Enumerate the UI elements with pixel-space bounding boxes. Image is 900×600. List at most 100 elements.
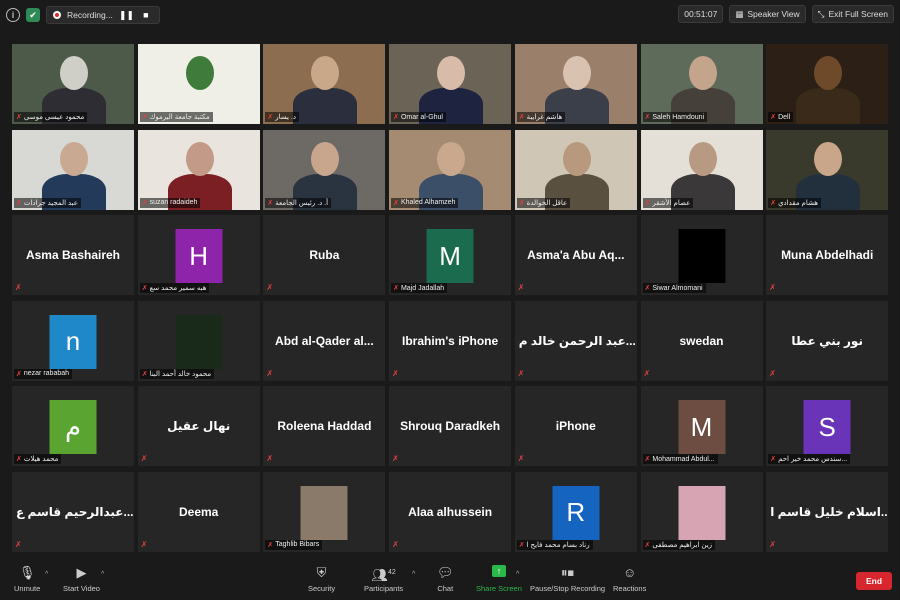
participant-tile[interactable]: ✗ د. يسار: [263, 44, 386, 124]
participant-tile[interactable]: ✗ عاقل الخوالدة: [514, 129, 637, 210]
muted-mic-icon: ✗: [644, 285, 651, 292]
avatar-initial: م: [49, 400, 97, 454]
participant-tile[interactable]: Roleena Haddad ✗: [263, 386, 386, 466]
info-icon[interactable]: i: [6, 8, 20, 22]
participant-tile[interactable]: ✗ عبد المجيد جرادات: [12, 129, 134, 210]
participants-button[interactable]: 👥︎42 Participants: [364, 565, 403, 593]
participant-tile[interactable]: Asma Bashaireh ✗: [12, 215, 134, 295]
participant-tile[interactable]: نور بني عطا ✗: [766, 300, 889, 381]
participant-tile[interactable]: Muna Abdelhadi ✗: [766, 215, 889, 295]
muted-mic-icon: ✗: [393, 114, 399, 121]
share-screen-button[interactable]: ↑ Share Screen: [476, 565, 522, 593]
muted-mic-icon: ✗: [392, 368, 399, 378]
participant-tile[interactable]: M ✗ Mohammad Abdul...: [640, 386, 763, 466]
muted-mic-icon: ✗: [140, 454, 148, 463]
participant-face: [688, 141, 717, 176]
speaker-view-button[interactable]: ▦ Speaker View: [729, 5, 806, 23]
participant-tile[interactable]: نهال عقيل ✗: [137, 386, 260, 466]
participant-tile[interactable]: ✗ أ. د. رئيس الجامعة: [263, 129, 386, 210]
stop-recording-icon[interactable]: ■: [139, 10, 153, 20]
recording-label: Recording...: [67, 10, 113, 20]
muted-mic-icon: 🎙︎: [18, 565, 36, 580]
participant-tile[interactable]: Deema ✗: [137, 471, 260, 552]
participant-tile[interactable]: n ✗ nezar rababah: [12, 300, 134, 381]
participant-tile[interactable]: ✗ مكتبة جامعة اليرموك: [137, 44, 260, 124]
participant-face: [185, 56, 214, 90]
participant-tile[interactable]: ✗ Siwar Almomani: [640, 215, 763, 295]
participant-name: مكتبة جامعة اليرموك: [149, 114, 210, 121]
participant-tile[interactable]: ✗ زين ابراهيم مصطفى: [640, 471, 763, 552]
participant-tile[interactable]: Asma'a Abu Aq... ✗: [514, 215, 637, 295]
muted-mic-icon: ✗: [266, 454, 274, 463]
shield-icon[interactable]: ✔: [26, 8, 40, 22]
pause-recording-icon[interactable]: ❚❚: [119, 10, 134, 21]
participant-name: Khaled Alhamzeh: [400, 199, 456, 206]
participant-name: Dell: [778, 113, 791, 121]
participant-name-label: ✗ nezar rababah: [14, 368, 73, 379]
participant-name-label: ✗ أ. د. رئيس الجامعة: [265, 197, 332, 208]
participant-display-name: عبدالرحيم قاسم ع...: [16, 504, 134, 519]
participant-tile[interactable]: swedan ✗: [640, 300, 763, 381]
participant-tile[interactable]: ✗ Khaled Alhamzeh: [389, 129, 512, 210]
muted-mic-icon: ✗: [644, 456, 651, 463]
unmute-button[interactable]: 🎙︎ Unmute: [14, 565, 40, 593]
participant-tile[interactable]: ✗ محمود عيسى موسى: [12, 44, 134, 124]
participant-tile[interactable]: ✗ هشام مقدادي: [766, 129, 889, 210]
participant-name: عصام الأشقر: [652, 199, 691, 207]
meeting-toolbar: 🎙︎ Unmute ^ ▶︎ Start Video ^ ⛨ Security …: [0, 560, 900, 600]
video-options-caret[interactable]: ^: [101, 571, 104, 578]
security-button[interactable]: ⛨ Security: [308, 565, 335, 593]
participant-tile[interactable]: ✗ Omar al-Ghul: [389, 44, 512, 124]
participant-tile[interactable]: ✗ Taghlib Bibars: [263, 471, 386, 552]
participants-caret[interactable]: ^: [412, 571, 415, 578]
participant-tile[interactable]: عبد الرحمن خالد م... ✗: [514, 300, 637, 381]
participant-tile[interactable]: Alaa alhussein ✗: [389, 471, 512, 552]
participant-name: محمود عيسى موسى: [23, 114, 85, 121]
participant-display-name: نهال عقيل: [167, 419, 231, 433]
participant-tile[interactable]: M ✗ Majd Jadallah: [389, 215, 512, 295]
end-meeting-button[interactable]: End: [856, 572, 892, 590]
muted-mic-icon: ✗: [517, 454, 525, 463]
avatar-initial: H: [175, 229, 223, 283]
participant-name-label: ✗ Siwar Almomani: [642, 283, 706, 293]
participant-name: Majd Jadallah: [400, 284, 445, 292]
audio-options-caret[interactable]: ^: [45, 571, 48, 578]
participant-tile[interactable]: م ✗ محمد هيلات: [12, 386, 134, 466]
participant-name-label: ✗ Omar al-Ghul: [391, 112, 446, 122]
share-screen-icon: ↑: [491, 565, 506, 581]
participant-tile[interactable]: ✗ محمود خالد أحمد البنا: [137, 300, 260, 381]
participant-tile[interactable]: ✗ هاشم غرايبة: [514, 44, 637, 124]
participant-display-name: Alaa alhussein: [408, 504, 493, 519]
participant-tile[interactable]: H ✗ هبه سمير محمد سع: [137, 215, 260, 295]
participant-tile[interactable]: ✗ Dell: [766, 44, 889, 124]
reactions-button[interactable]: ☺︎ Reactions: [613, 565, 646, 593]
participant-tile[interactable]: S ✗ سندس محمد خير احم...: [766, 386, 889, 466]
share-options-caret[interactable]: ^: [516, 571, 519, 578]
participant-tile[interactable]: Ibrahim's iPhone ✗: [389, 300, 512, 381]
pause-stop-recording-button[interactable]: ⏸︎⏹︎ Pause/Stop Recording: [530, 565, 605, 593]
participant-tile[interactable]: Shrouq Daradkeh ✗: [389, 386, 512, 466]
participant-name-label: ✗ Majd Jadallah: [391, 283, 448, 293]
muted-mic-icon: ✗: [267, 541, 274, 549]
muted-mic-icon: ✗: [770, 456, 777, 463]
participant-tile[interactable]: ✗ عصام الأشقر: [640, 129, 763, 210]
participants-count: 42: [387, 569, 396, 576]
participant-tile[interactable]: iPhone ✗: [514, 386, 637, 466]
participant-tile[interactable]: عبدالرحيم قاسم ع... ✗: [12, 471, 134, 552]
muted-mic-icon: ✗: [518, 114, 525, 121]
exit-full-screen-button[interactable]: ⤡ Exit Full Screen: [811, 5, 894, 23]
participant-tile[interactable]: ✗ Saleh Hamdouni: [640, 44, 763, 124]
muted-mic-icon: ✗: [393, 199, 399, 207]
start-video-button[interactable]: ▶︎ Start Video: [63, 565, 100, 593]
participant-tile[interactable]: Ruba ✗: [263, 215, 386, 295]
participants-icon: 👥︎42: [371, 567, 396, 583]
muted-mic-icon: ✗: [769, 368, 776, 378]
participant-tile[interactable]: ✗ suzan radaideh: [137, 129, 260, 210]
participant-tile[interactable]: Abd al-Qader al... ✗: [263, 300, 386, 381]
chat-button[interactable]: 💬︎ Chat: [437, 565, 454, 593]
participant-tile[interactable]: اسلام خليل قاسم ا... ✗: [766, 471, 889, 552]
participant-tile[interactable]: R ✗ رناد بسام محمد فايح ا: [514, 471, 637, 552]
muted-mic-icon: ✗: [141, 285, 148, 292]
muted-mic-icon: ✗: [16, 199, 22, 207]
participant-name: Siwar Almomani: [652, 284, 703, 292]
